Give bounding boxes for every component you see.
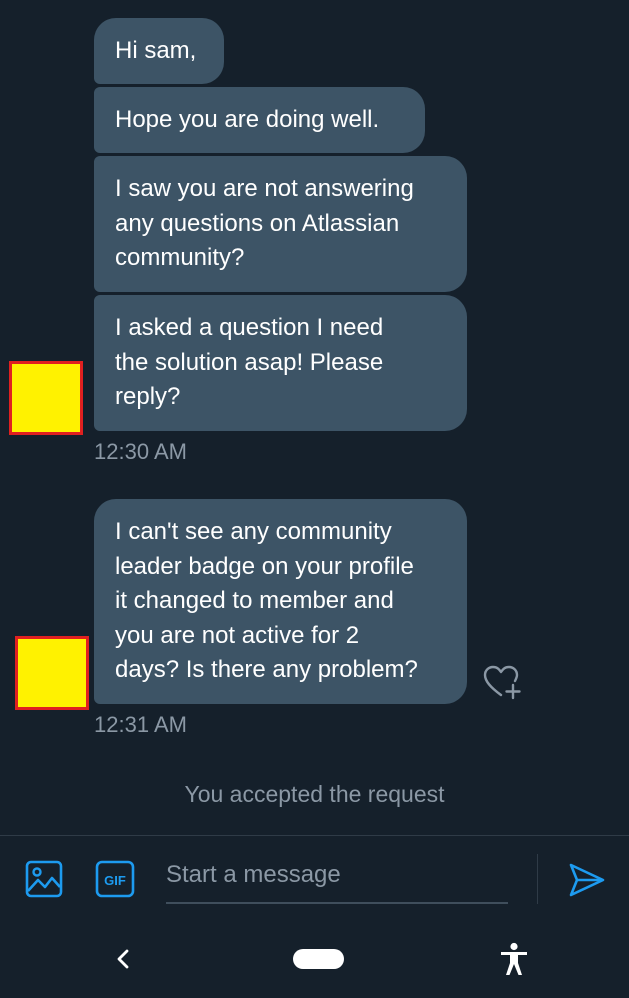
- gif-icon[interactable]: GIF: [95, 860, 135, 898]
- message-bubble-5[interactable]: I can't see any community leader badge o…: [94, 499, 467, 704]
- message-input[interactable]: [166, 852, 508, 898]
- message-bubble-1[interactable]: Hi sam,: [94, 18, 224, 84]
- request-accepted-notice: You accepted the request: [184, 781, 445, 807]
- home-pill-icon[interactable]: [293, 949, 344, 969]
- message-composer: GIF: [0, 835, 629, 921]
- accessibility-icon[interactable]: [499, 942, 529, 976]
- image-icon[interactable]: [25, 860, 63, 898]
- sender-avatar[interactable]: [15, 636, 89, 710]
- message-timestamp: 12:31 AM: [94, 712, 187, 737]
- system-navigation-bar: [0, 920, 629, 998]
- message-timestamp: 12:30 AM: [94, 439, 187, 464]
- heart-plus-icon[interactable]: [482, 664, 524, 700]
- message-input-wrapper: [166, 852, 508, 904]
- message-bubble-4[interactable]: I asked a question I need the solution a…: [94, 295, 467, 431]
- message-bubble-3[interactable]: I saw you are not answering any question…: [94, 156, 467, 292]
- sender-avatar[interactable]: [9, 361, 83, 435]
- back-chevron-icon[interactable]: [112, 945, 134, 973]
- gif-icon-label: GIF: [104, 873, 126, 888]
- send-icon[interactable]: [568, 862, 606, 898]
- message-bubble-2[interactable]: Hope you are doing well.: [94, 87, 425, 153]
- composer-divider: [537, 854, 538, 904]
